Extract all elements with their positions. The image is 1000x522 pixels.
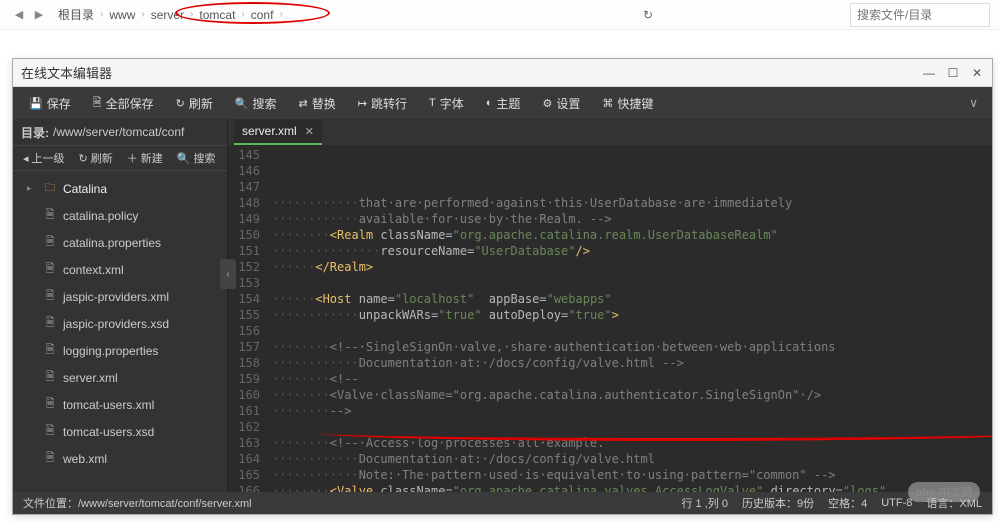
tree-file[interactable]: 🗎web.xml — [13, 445, 227, 472]
theme-icon: ◐ — [486, 97, 493, 109]
search-icon: 🔍 — [235, 97, 249, 110]
editor-window: 在线文本编辑器 — ☐ ✕ 💾保存 🗎全部保存 ↻刷新 🔍搜索 ⇄替换 ↦跳转行… — [12, 58, 993, 515]
file-refresh-button[interactable]: ↻刷新 — [73, 146, 119, 170]
nav-forward-button[interactable]: ▶ — [30, 6, 48, 24]
file-toolbar: ◂上一级 ↻刷新 ＋新建 🔍搜索 — [13, 145, 227, 171]
chevron-right-icon: › — [190, 9, 193, 20]
file-icon: 🗎 — [43, 287, 57, 306]
file-icon: 🗎 — [43, 206, 57, 225]
file-icon: 🗎 — [43, 368, 57, 387]
replace-button[interactable]: ⇄替换 — [289, 87, 346, 119]
refresh-button[interactable]: ↻刷新 — [166, 87, 223, 119]
up-level-button[interactable]: ◂上一级 — [17, 146, 71, 170]
status-filepath: 文件位置：/www/server/tomcat/conf/server.xml — [23, 495, 252, 511]
file-icon: 🗎 — [43, 260, 57, 279]
file-panel: 目录: /www/server/tomcat/conf ◂上一级 ↻刷新 ＋新建… — [13, 119, 228, 492]
breadcrumb-root[interactable]: 根目录 — [58, 6, 94, 23]
chevron-right-icon: ▸ — [27, 183, 37, 194]
goto-icon: ↦ — [358, 97, 367, 110]
nav-back-button[interactable]: ◀ — [10, 6, 28, 24]
theme-button[interactable]: ◐主题 — [476, 87, 531, 119]
line-gutter: 1451461471481491501511521531541551561571… — [228, 145, 268, 492]
panel-toggle-button[interactable]: ‹ — [220, 259, 236, 289]
code-area[interactable]: 1451461471481491501511521531541551561571… — [228, 145, 992, 492]
tab-server-xml[interactable]: server.xml ✕ — [234, 119, 322, 145]
minimize-button[interactable]: — — [922, 66, 936, 80]
chevron-right-icon: › — [100, 9, 103, 20]
refresh-icon: ↻ — [79, 152, 88, 165]
file-icon: 🗎 — [43, 422, 57, 441]
tree-file[interactable]: 🗎catalina.policy — [13, 202, 227, 229]
status-bar: 文件位置：/www/server/tomcat/conf/server.xml … — [13, 492, 992, 514]
save-icon: 💾 — [29, 97, 43, 110]
new-file-button[interactable]: ＋新建 — [121, 146, 169, 170]
up-icon: ◂ — [23, 152, 29, 165]
file-icon: 🗎 — [43, 314, 57, 333]
search-input[interactable] — [850, 3, 990, 27]
save-button[interactable]: 💾保存 — [19, 87, 81, 119]
status-spaces[interactable]: 空格：4 — [828, 495, 867, 511]
tree-file[interactable]: 🗎context.xml — [13, 256, 227, 283]
replace-icon: ⇄ — [299, 97, 308, 110]
refresh-icon: ↻ — [176, 97, 185, 110]
plus-icon: ＋ — [127, 150, 138, 166]
status-rowcol: 行 1 ,列 0 — [681, 495, 727, 511]
file-tree: ▸ 🗀 Catalina 🗎catalina.policy 🗎catalina.… — [13, 171, 227, 492]
file-icon: 🗎 — [43, 395, 57, 414]
search-button[interactable]: 🔍搜索 — [225, 87, 287, 119]
chevron-right-icon: › — [279, 9, 282, 20]
tree-file[interactable]: 🗎server.xml — [13, 364, 227, 391]
breadcrumb-bar: ◀ ▶ 根目录 › www › server › tomcat › conf ›… — [0, 0, 1000, 30]
keyboard-icon: ⌘ — [602, 97, 613, 110]
settings-button[interactable]: ⚙设置 — [532, 87, 590, 119]
shortcut-button[interactable]: ⌘快捷键 — [592, 87, 663, 119]
breadcrumb-item[interactable]: server — [151, 8, 184, 22]
status-history[interactable]: 历史版本：9份 — [742, 495, 814, 511]
status-encoding[interactable]: UTF-8 — [881, 497, 912, 509]
breadcrumb-item[interactable]: www — [109, 8, 135, 22]
font-icon: T — [429, 97, 436, 109]
close-button[interactable]: ✕ — [970, 66, 984, 80]
tree-file[interactable]: 🗎jaspic-providers.xml — [13, 283, 227, 310]
close-icon[interactable]: ✕ — [305, 125, 314, 138]
breadcrumb-item[interactable]: conf — [251, 8, 274, 22]
tree-file[interactable]: 🗎tomcat-users.xsd — [13, 418, 227, 445]
maximize-button[interactable]: ☐ — [946, 66, 960, 80]
goto-line-button[interactable]: ↦跳转行 — [348, 87, 417, 119]
editor-toolbar: 💾保存 🗎全部保存 ↻刷新 🔍搜索 ⇄替换 ↦跳转行 T字体 ◐主题 ⚙设置 ⌘… — [13, 87, 992, 119]
font-button[interactable]: T字体 — [419, 87, 474, 119]
file-search-button[interactable]: 🔍搜索 — [171, 146, 222, 170]
current-path: 目录: /www/server/tomcat/conf — [13, 119, 227, 145]
search-icon: 🔍 — [177, 152, 191, 165]
tree-file[interactable]: 🗎logging.properties — [13, 337, 227, 364]
file-icon: 🗎 — [43, 449, 57, 468]
status-language[interactable]: 语言：XML — [926, 495, 982, 511]
code-lines[interactable]: ············that·are·performed·against·t… — [268, 145, 992, 492]
gear-icon: ⚙ — [542, 97, 552, 110]
window-title: 在线文本编辑器 — [21, 63, 922, 82]
folder-icon: 🗀 — [43, 179, 57, 198]
breadcrumb-item[interactable]: tomcat — [199, 8, 235, 22]
chevron-right-icon: › — [141, 9, 144, 20]
toolbar-collapse-button[interactable]: ∨ — [961, 96, 986, 110]
code-editor: ‹ server.xml ✕ 1451461471481491501511521… — [228, 119, 992, 492]
tree-file[interactable]: 🗎catalina.properties — [13, 229, 227, 256]
tree-file[interactable]: 🗎tomcat-users.xml — [13, 391, 227, 418]
tree-file[interactable]: 🗎jaspic-providers.xsd — [13, 310, 227, 337]
file-icon: 🗎 — [43, 341, 57, 360]
save-all-button[interactable]: 🗎全部保存 — [83, 87, 164, 119]
file-icon: 🗎 — [43, 233, 57, 252]
save-all-icon: 🗎 — [93, 94, 102, 113]
refresh-button[interactable]: ↻ — [636, 3, 660, 27]
tree-folder[interactable]: ▸ 🗀 Catalina — [13, 175, 227, 202]
chevron-right-icon: › — [241, 9, 244, 20]
tab-bar: server.xml ✕ — [228, 119, 992, 145]
breadcrumb: 根目录 › www › server › tomcat › conf › — [58, 6, 636, 23]
window-titlebar: 在线文本编辑器 — ☐ ✕ — [13, 59, 992, 87]
tab-label: server.xml — [242, 124, 297, 138]
